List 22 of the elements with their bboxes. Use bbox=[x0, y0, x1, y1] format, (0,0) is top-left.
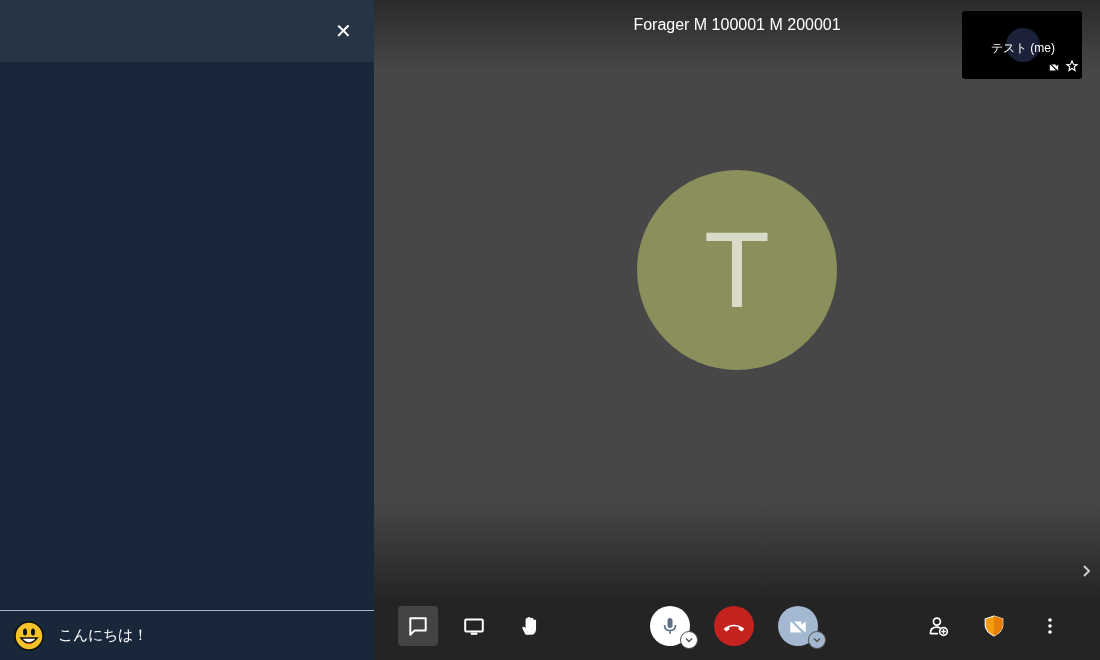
monitor-icon bbox=[463, 615, 485, 637]
caret-icon bbox=[812, 635, 822, 645]
add-person-icon bbox=[927, 615, 949, 637]
close-button[interactable]: ✕ bbox=[331, 19, 356, 43]
star-icon bbox=[1066, 60, 1078, 72]
shield-icon bbox=[983, 615, 1005, 637]
conference-title: Forager M 100001 M 200001 bbox=[633, 15, 841, 35]
caret-icon bbox=[684, 635, 694, 645]
chat-button[interactable] bbox=[398, 606, 438, 646]
self-view-thumbnail[interactable]: テスト (me) bbox=[962, 11, 1082, 79]
caret-button[interactable] bbox=[680, 631, 698, 649]
camera-button[interactable] bbox=[778, 606, 818, 646]
chat-icon bbox=[407, 615, 429, 637]
avatar: T bbox=[637, 169, 837, 370]
smiley-icon[interactable] bbox=[14, 620, 44, 651]
caret-button[interactable] bbox=[808, 631, 826, 649]
hang-up-button[interactable] bbox=[714, 606, 754, 646]
chevron-right-icon[interactable] bbox=[1082, 564, 1092, 578]
more-icon bbox=[1048, 618, 1052, 634]
microphone-button[interactable] bbox=[650, 606, 690, 646]
message-input[interactable]: こんにちは！ bbox=[58, 624, 338, 647]
participant-name: テスト (me) bbox=[991, 40, 1055, 57]
